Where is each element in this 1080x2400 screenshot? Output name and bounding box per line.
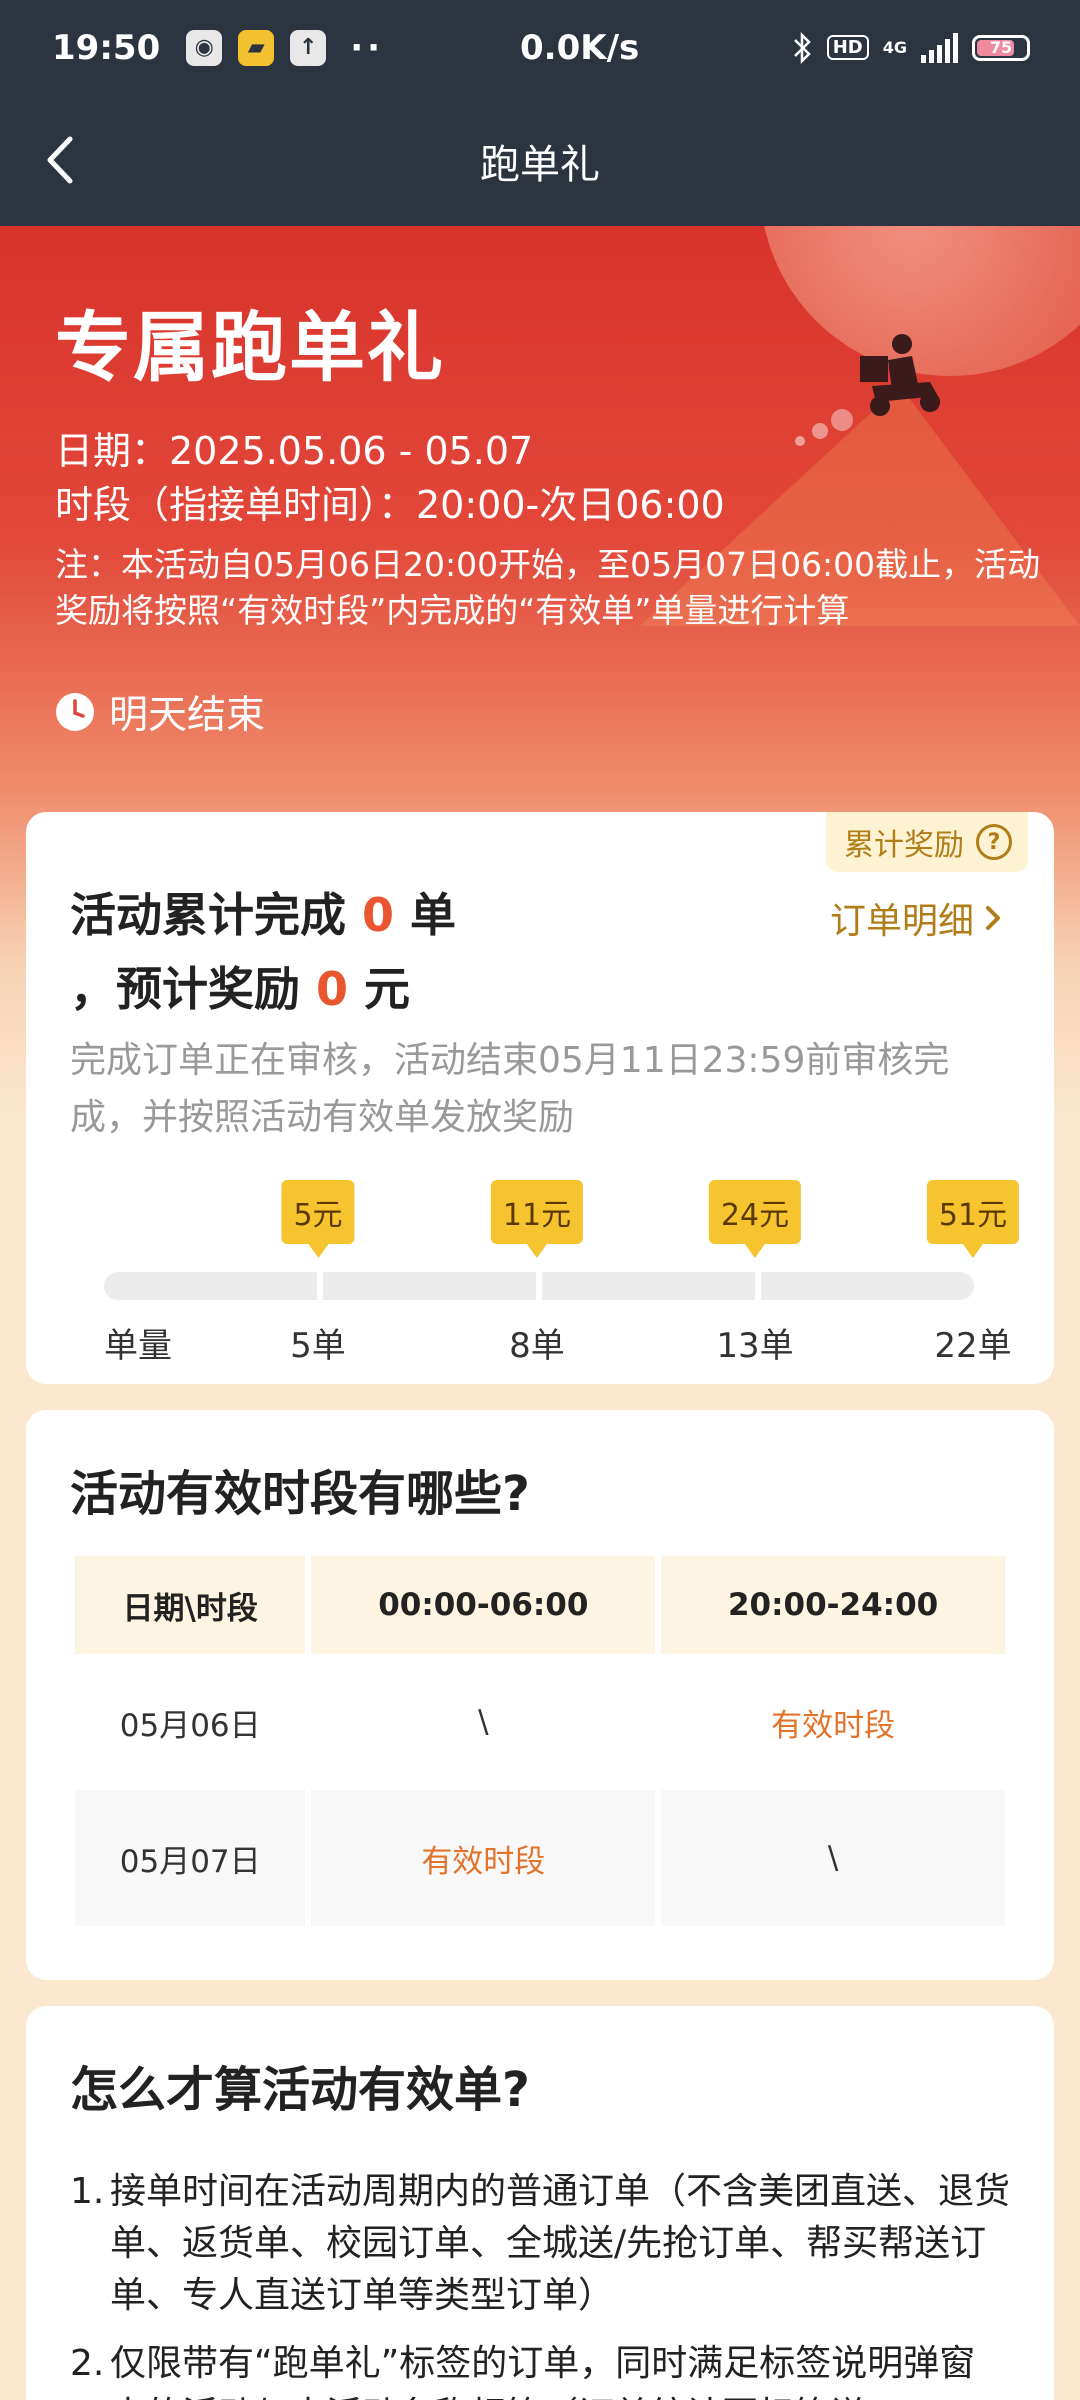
milestone-reward: 5元 — [281, 1180, 355, 1258]
progress-segment — [323, 1272, 536, 1300]
table-cell: 05月07日 — [75, 1790, 306, 1926]
reward-summary: 活动累计完成 0 单 ，预计奖励 0 元 — [70, 878, 456, 1026]
list-item: 2. 仅限带有“跑单礼”标签的订单，同时满足标签说明弹窗中的活动与本活动名称相符… — [70, 2338, 1010, 2400]
progress-segment — [104, 1272, 317, 1300]
battery-level: 75 — [989, 37, 1013, 57]
valid-periods-card: 活动有效时段有哪些? 日期\时段 00:00-06:00 20:00-24:00… — [26, 1410, 1054, 1980]
periods-title: 活动有效时段有哪些? — [70, 1466, 530, 1522]
bluetooth-icon — [793, 31, 811, 64]
order-detail-label: 订单明细 — [829, 901, 974, 942]
table-header-cell: 20:00-24:00 — [661, 1556, 1005, 1654]
list-index: 2. — [70, 2343, 105, 2384]
rules-list: 1. 接单时间在活动周期内的普通订单（不含美团直送、退货单、返货单、校园订单、全… — [70, 2166, 1010, 2400]
progress-segment — [542, 1272, 755, 1300]
milestone-badge: 11元 — [490, 1180, 584, 1258]
clock-icon — [56, 693, 94, 731]
milestone-orders: 22单 — [934, 1326, 1012, 1366]
valid-order-rules-card: 怎么才算活动有效单? 1. 接单时间在活动周期内的普通订单（不含美团直送、退货单… — [26, 2006, 1054, 2400]
countdown: 明天结束 — [55, 684, 265, 740]
list-item: 1. 接单时间在活动周期内的普通订单（不含美团直送、退货单、返货单、校园订单、全… — [70, 2166, 1010, 2322]
hd-badge: HD — [826, 35, 869, 60]
network-speed: 0.0K/s — [520, 27, 640, 68]
battery-icon: 75 — [972, 34, 1030, 61]
table-header-cell: 日期\时段 — [75, 1556, 306, 1654]
progress-bar — [104, 1272, 974, 1300]
milestone-badge: 5元 — [281, 1180, 355, 1258]
reward-card: 累计奖励 ? 活动累计完成 0 单 ，预计奖励 0 元 订单明细 完成订单正在审… — [26, 812, 1054, 1384]
status-bar: 19:50 ◉ ▰ ↑ ·· 0.0K/s HD 4G 75 — [0, 0, 1080, 95]
milestone-orders: 5单 — [290, 1326, 346, 1366]
signal-type: 4G — [882, 38, 907, 57]
axis-label: 单量 — [104, 1326, 172, 1366]
milestone-orders: 13单 — [716, 1326, 794, 1366]
rules-title: 怎么才算活动有效单? — [70, 2062, 530, 2118]
review-note: 完成订单正在审核，活动结束05月11日23:59前审核完成，并按照活动有效单发放… — [70, 1040, 950, 1138]
nav-bar: 跑单礼 — [0, 95, 1080, 226]
table-cell: 有效时段 — [311, 1790, 656, 1926]
activity-date: 日期：2025.05.06 - 05.07 — [55, 429, 534, 473]
milestone-reward: 24元 — [708, 1180, 802, 1258]
completed-prefix: 活动累计完成 — [70, 888, 363, 942]
list-text: 仅限带有“跑单礼”标签的订单，同时满足标签说明弹窗中的活动与本活动名称相符（订单… — [110, 2343, 976, 2400]
progress-segment — [761, 1272, 974, 1300]
list-index: 1. — [70, 2171, 105, 2212]
list-text: 接单时间在活动周期内的普通订单（不含美团直送、退货单、返货单、校园订单、全城送/… — [110, 2171, 1011, 2316]
table-row: 05月06日 \ 有效时段 — [75, 1654, 1005, 1790]
status-time: 19:50 — [52, 27, 161, 68]
hero-title: 专属跑单礼 — [55, 303, 445, 392]
help-icon[interactable]: ? — [976, 824, 1012, 860]
milestone-badge: 51元 — [926, 1180, 1020, 1258]
activity-note: 注：本活动自05月06日20:00开始，至05月07日06:00截止，活动奖励将… — [55, 545, 1041, 630]
reward-amount: 0 — [316, 962, 349, 1016]
milestone-orders: 8单 — [509, 1326, 565, 1366]
cumulative-reward-label: 累计奖励 — [844, 828, 964, 863]
cumulative-reward-tag[interactable]: 累计奖励 ? — [826, 812, 1028, 872]
order-detail-link[interactable]: 订单明细 — [830, 892, 1006, 944]
delivery-rider-icon — [795, 334, 940, 446]
reward-suffix: 元 — [348, 962, 411, 1016]
table-header-cell: 00:00-06:00 — [311, 1556, 656, 1654]
upload-icon: ↑ — [290, 29, 327, 66]
folder-icon: ▰ — [238, 29, 275, 66]
table-cell: \ — [661, 1790, 1005, 1926]
completed-count: 0 — [362, 888, 395, 942]
table-header-row: 日期\时段 00:00-06:00 20:00-24:00 — [75, 1556, 1005, 1654]
table-cell: 05月06日 — [75, 1654, 306, 1790]
table-cell: 有效时段 — [661, 1654, 1005, 1790]
app-notify-icon: ◉ — [186, 29, 223, 66]
more-notifications-icon: ·· — [350, 27, 385, 68]
back-arrow-icon[interactable] — [36, 133, 90, 187]
completed-suffix: 单 — [394, 888, 457, 942]
chevron-right-icon — [986, 906, 1000, 930]
milestone-reward: 51元 — [926, 1180, 1020, 1258]
activity-period: 时段（指接单时间）：20:00-次日06:00 — [55, 483, 725, 527]
table-row: 05月07日 有效时段 \ — [75, 1790, 1005, 1926]
milestone-reward: 11元 — [490, 1180, 584, 1258]
page-title: 跑单礼 — [480, 141, 600, 188]
signal-icon — [921, 32, 958, 63]
countdown-text: 明天结束 — [109, 693, 266, 738]
milestone-badge: 24元 — [708, 1180, 802, 1258]
periods-table: 日期\时段 00:00-06:00 20:00-24:00 05月06日 \ 有… — [69, 1556, 1011, 1926]
table-cell: \ — [311, 1654, 656, 1790]
reward-prefix: ，预计奖励 — [70, 962, 317, 1016]
